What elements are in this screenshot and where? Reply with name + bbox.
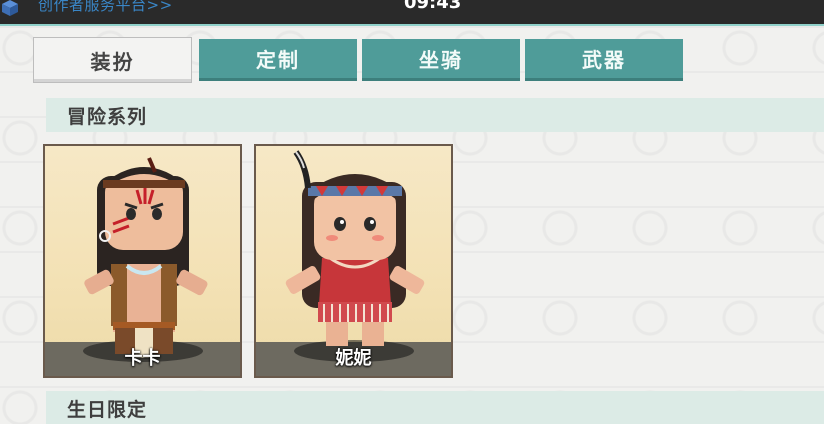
skin-card-nini[interactable]: 妮妮: [254, 144, 453, 378]
clock-time: 09:43: [404, 0, 462, 13]
creator-platform-link[interactable]: 创作者服务平台>>: [38, 0, 173, 15]
tab-weapon[interactable]: 武器: [525, 39, 683, 81]
tab-custom[interactable]: 定制: [199, 39, 357, 81]
cube-icon: [0, 0, 20, 18]
section-title: 冒险系列: [67, 105, 148, 128]
card-name: 妮妮: [335, 348, 372, 369]
skin-card-kaka[interactable]: 卡卡: [43, 144, 242, 378]
section-header-birthday: 生日限定: [46, 391, 824, 424]
section-header-adventure: 冒险系列: [46, 98, 824, 132]
top-status-bar: 创作者服务平台>> 09:43: [0, 0, 824, 26]
tab-outfit[interactable]: 装扮: [33, 37, 192, 83]
section-title: 生日限定: [67, 398, 148, 421]
card-name: 卡卡: [124, 348, 161, 369]
tab-mount[interactable]: 坐骑: [362, 39, 520, 81]
